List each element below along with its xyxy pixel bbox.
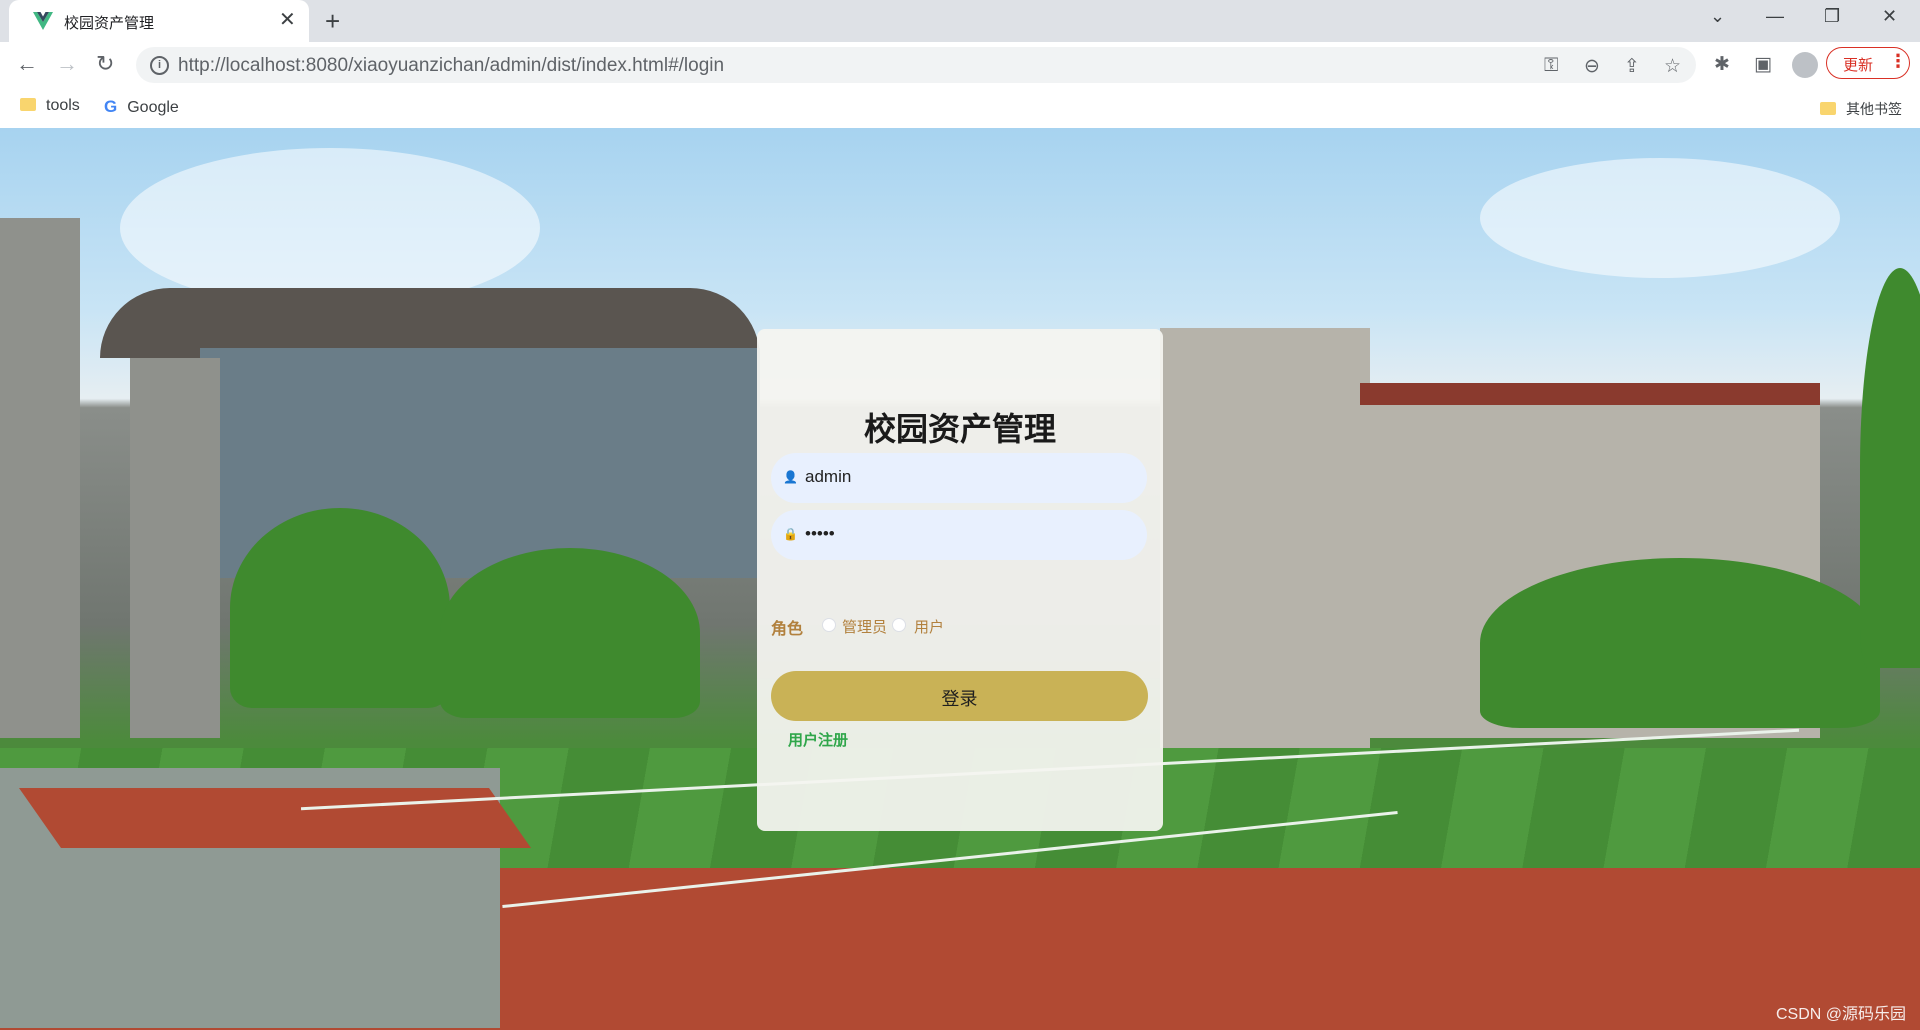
tower-building xyxy=(1160,328,1370,748)
user-icon: 👤 xyxy=(783,470,798,484)
back-button[interactable]: ← xyxy=(16,51,38,77)
folder-icon xyxy=(1820,102,1836,115)
login-button[interactable]: 登录 xyxy=(771,671,1148,721)
forward-button[interactable]: → xyxy=(56,51,78,77)
browser-tab[interactable]: 校园资产管理 ✕ xyxy=(9,0,309,42)
role-option-admin[interactable]: 管理员 xyxy=(842,616,887,637)
bookmark-google[interactable]: G Google xyxy=(104,97,179,117)
stadium-wall xyxy=(130,358,220,738)
page-title: 校园资产管理 xyxy=(863,411,1056,447)
folder-icon xyxy=(20,98,36,111)
update-label: 更新 xyxy=(1843,57,1874,74)
cloud xyxy=(120,148,540,308)
login-page-background: CSDN @源码乐园 校园资产管理 👤 admin 🔒 ••••• 角色 管理员… xyxy=(0,128,1920,1030)
register-link[interactable]: 用户注册 xyxy=(788,729,848,750)
role-radio-user[interactable] xyxy=(892,618,906,632)
address-bar[interactable]: i http://localhost:8080/xiaoyuanzichan/a… xyxy=(136,47,1696,83)
password-value[interactable]: ••••• xyxy=(805,524,835,544)
site-info-icon[interactable]: i xyxy=(150,56,169,75)
menu-dots-icon: ⋮ xyxy=(1889,51,1907,71)
key-icon[interactable]: ⚿ xyxy=(1544,55,1558,77)
role-radio-admin[interactable] xyxy=(822,618,836,632)
tab-search-icon[interactable]: ⌄ xyxy=(1710,6,1725,27)
browser-toolbar: ← → ↻ i http://localhost:8080/xiaoyuanzi… xyxy=(0,42,1920,88)
username-field[interactable]: 👤 admin xyxy=(771,453,1147,503)
tab-title: 校园资产管理 xyxy=(64,15,155,32)
tree-group xyxy=(1480,558,1880,728)
close-tab-icon[interactable]: ✕ xyxy=(279,9,296,31)
left-building xyxy=(0,218,80,738)
username-value[interactable]: admin xyxy=(805,467,851,487)
new-tab-button[interactable]: + xyxy=(325,6,340,37)
lock-icon: 🔒 xyxy=(783,527,798,541)
login-card: 校园资产管理 👤 admin 🔒 ••••• 角色 管理员 用户 登录 用户注册 xyxy=(757,329,1163,831)
bookmark-tools[interactable]: tools xyxy=(20,97,80,115)
vue-logo-icon xyxy=(33,12,53,30)
other-bookmarks[interactable]: 其他书签 xyxy=(1820,99,1902,119)
extensions-icon[interactable]: ✱ xyxy=(1714,53,1730,76)
profile-avatar[interactable] xyxy=(1792,52,1818,78)
role-label: 角色 xyxy=(771,621,804,638)
bookmark-star-icon[interactable]: ☆ xyxy=(1664,55,1681,78)
bookmark-label: Google xyxy=(127,99,179,116)
url-text[interactable]: http://localhost:8080/xiaoyuanzichan/adm… xyxy=(178,55,724,77)
reload-button[interactable]: ↻ xyxy=(96,51,114,77)
watermark: CSDN @源码乐园 xyxy=(1775,1006,1906,1023)
minimize-button[interactable]: — xyxy=(1766,6,1784,27)
role-option-user[interactable]: 用户 xyxy=(914,616,944,637)
share-icon[interactable]: ⇪ xyxy=(1624,55,1640,78)
restore-button[interactable]: ❐ xyxy=(1824,6,1840,27)
update-button[interactable]: 更新 ⋮ xyxy=(1826,47,1910,79)
right-building-roof xyxy=(1360,383,1820,405)
cloud xyxy=(1480,158,1840,278)
tab-strip: 校园资产管理 ✕ + ⌄ — ❐ ✕ xyxy=(0,0,1920,42)
tree-group xyxy=(230,508,450,708)
side-panel-icon[interactable]: ▣ xyxy=(1754,53,1772,76)
tree-group xyxy=(1860,268,1920,668)
track-lane xyxy=(18,788,532,848)
login-button-label: 登录 xyxy=(941,689,978,709)
other-bookmarks-label: 其他书签 xyxy=(1846,101,1902,117)
zoom-icon[interactable]: ⊖ xyxy=(1584,55,1600,78)
google-icon: G xyxy=(104,97,118,116)
bookmark-label: tools xyxy=(46,97,80,114)
password-field[interactable]: 🔒 ••••• xyxy=(771,510,1147,560)
close-window-button[interactable]: ✕ xyxy=(1882,6,1897,27)
bookmarks-bar: tools G Google 其他书签 xyxy=(0,88,1920,129)
tree-group xyxy=(440,548,700,718)
